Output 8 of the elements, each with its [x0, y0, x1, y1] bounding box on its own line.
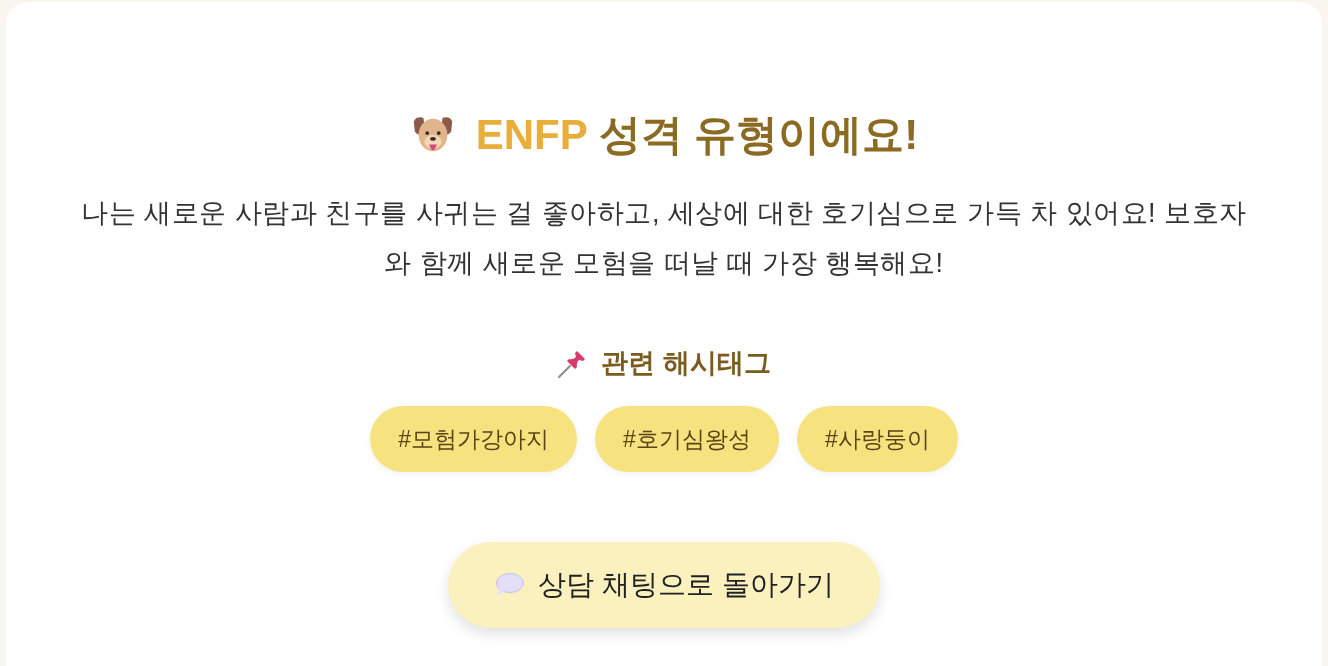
hashtag-tag[interactable]: #사랑둥이: [796, 406, 958, 472]
personality-description: 나는 새로운 사람과 친구를 사귀는 걸 좋아하고, 세상에 대한 호기심으로 가득 차 있어요! 보호자와 함께 새로운 모험을 떠날 때 가장 행복해요!: [80, 197, 1248, 280]
back-to-chat-button[interactable]: 상담 채팅으로 돌아가기: [448, 542, 880, 628]
result-title: ENFP 성격 유형이에요!: [475, 110, 919, 160]
hashtag-tag[interactable]: #모험가강아지: [370, 406, 578, 472]
speech-bubble-icon: [494, 572, 525, 598]
hashtag-heading: 관련 해시태그: [601, 347, 771, 380]
hashtag-tag[interactable]: #호기심왕성: [595, 406, 779, 472]
